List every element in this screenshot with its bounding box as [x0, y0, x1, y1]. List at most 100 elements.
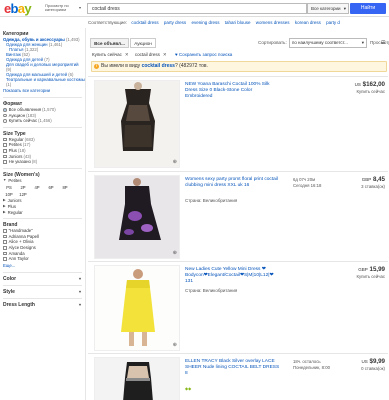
- price-value: 8,45: [372, 176, 385, 183]
- did-you-mean-link[interactable]: cocktail dress: [142, 63, 175, 69]
- checkbox-icon[interactable]: [3, 240, 7, 244]
- size-option[interactable]: 12P: [17, 192, 29, 198]
- listing-image[interactable]: ⊕: [94, 80, 180, 168]
- listing-title[interactable]: NEW Yoana Baraschi Coctail 100% Silk Dre…: [185, 82, 280, 101]
- format-label: Купить сейчас: [8, 118, 38, 124]
- did-you-mean-prefix: Вы имели в виду: [101, 63, 141, 69]
- related-link[interactable]: womens dresses: [256, 20, 290, 25]
- top-rated-seller-icon: ◆◆: [185, 386, 192, 391]
- radio-icon[interactable]: [3, 113, 7, 118]
- category-label: Для свадеб и деловых мероприятий: [6, 62, 79, 67]
- style-section-toggle[interactable]: Style ▾: [3, 289, 85, 295]
- listing-price: US $162,00: [333, 81, 385, 89]
- list-view-icon[interactable]: ☰: [381, 40, 387, 46]
- divider: [3, 284, 82, 286]
- zoom-icon[interactable]: ⊕: [173, 342, 177, 348]
- related-link[interactable]: cocktail dress: [131, 20, 158, 25]
- search-input[interactable]: [87, 3, 307, 14]
- related-link[interactable]: tahari blouse: [225, 20, 251, 25]
- checkbox-icon[interactable]: [3, 137, 7, 142]
- sidebar-category[interactable]: Театральные и карнавальные костюмы (1): [3, 77, 85, 87]
- close-icon[interactable]: ✕: [163, 50, 167, 59]
- price-box: US $9,99 0 ставка(ок): [333, 358, 385, 372]
- listing-image[interactable]: [94, 357, 180, 400]
- listing-origin: Страна: Великобритания: [185, 288, 238, 293]
- sidebar-category[interactable]: Для свадеб и деловых мероприятий (9): [3, 62, 85, 72]
- brand-more-link[interactable]: Еще...: [3, 263, 85, 269]
- active-filters: Купить сейчас ✕ coctail dress ✕ ♥ Сохранит…: [88, 50, 388, 59]
- bid-count: 3 ставка(ок): [361, 184, 385, 189]
- style-heading: Style: [3, 288, 15, 295]
- related-link[interactable]: korean dress: [295, 20, 321, 25]
- browse-categories-button[interactable]: Просмотр по категориям ▾: [45, 3, 81, 13]
- results-toolbar: Все объявл... Аукцион Сортировать: по на…: [88, 38, 389, 49]
- checkbox-icon[interactable]: [3, 143, 7, 147]
- listing-price: GBP 15,99: [333, 266, 385, 274]
- listing-title[interactable]: ELLEN TRACY Black Silver overlay LACE SH…: [185, 359, 280, 378]
- divider: [3, 297, 82, 299]
- petites-toggle[interactable]: ▼ Petites: [3, 178, 85, 184]
- ebay-logo[interactable]: ebay: [4, 2, 31, 15]
- tab-all-listings[interactable]: Все объявл...: [90, 38, 129, 48]
- listing-image[interactable]: ⊕: [94, 175, 180, 259]
- size-option[interactable]: 6P: [45, 185, 57, 191]
- checkbox-icon[interactable]: [3, 160, 7, 164]
- size-option[interactable]: 10P: [3, 192, 15, 198]
- chevron-down-icon: ▾: [78, 5, 81, 10]
- listing-title[interactable]: New Ladies Cute Yellow Mini Dress ❤Bodyc…: [185, 267, 280, 286]
- checkbox-icon[interactable]: [3, 257, 7, 261]
- price-currency: US: [354, 82, 361, 87]
- browse-categories-label: Просмотр по категориям: [45, 3, 69, 13]
- sort-label: Сортировать:: [258, 40, 287, 45]
- zoom-icon[interactable]: ⊕: [173, 159, 177, 165]
- divider: [3, 218, 82, 220]
- checkbox-icon[interactable]: [3, 251, 7, 256]
- size-type-option[interactable]: Не указано (8): [3, 159, 85, 165]
- listing-price: US $9,99: [333, 358, 385, 366]
- divider: [3, 271, 82, 273]
- related-link[interactable]: party dress: [164, 20, 186, 25]
- triangle-right-icon: ▶: [3, 209, 6, 214]
- brand-option[interactable]: Ann Taylor: [3, 256, 85, 262]
- listing-title[interactable]: Womens sexy party promt floral print coc…: [185, 177, 280, 189]
- size-option[interactable]: 8P: [59, 185, 71, 191]
- listing-image[interactable]: ⊕: [94, 265, 180, 351]
- info-icon: !: [94, 64, 99, 69]
- related-link[interactable]: party d: [326, 20, 340, 25]
- regular-label: Regular: [7, 209, 23, 215]
- checkbox-icon[interactable]: [3, 229, 7, 233]
- checkbox-icon[interactable]: [3, 245, 7, 250]
- dress-length-section-toggle[interactable]: Dress Length ▾: [3, 302, 85, 308]
- listing-price: GBP 8,45: [333, 176, 385, 184]
- logo-letter-b: b: [10, 1, 19, 16]
- save-search-link[interactable]: ♥ Сохранить запрос поиска: [175, 52, 232, 57]
- radio-selected-icon[interactable]: [3, 108, 7, 112]
- zoom-icon[interactable]: ⊕: [173, 250, 177, 256]
- search-button[interactable]: Найти: [350, 3, 386, 14]
- tab-auction[interactable]: Аукцион: [130, 38, 156, 48]
- show-all-categories-link[interactable]: Показать все категории: [3, 88, 85, 94]
- price-box: US $162,00 Купить сейчас: [333, 81, 385, 95]
- radio-icon[interactable]: [3, 119, 7, 123]
- format-count: (1,570): [42, 107, 56, 112]
- related-link[interactable]: evening dress: [191, 20, 219, 25]
- checkbox-icon[interactable]: [3, 148, 7, 153]
- sort-select[interactable]: по наилучшему соответст... ▾: [289, 38, 367, 48]
- regular-toggle[interactable]: ▶ Regular: [3, 210, 85, 216]
- logo-letter-y: y: [24, 1, 31, 16]
- price-currency: US: [361, 359, 368, 364]
- category-select[interactable]: Все категории ▾: [307, 3, 349, 14]
- close-icon[interactable]: ✕: [125, 50, 129, 59]
- checkbox-icon[interactable]: [3, 234, 7, 239]
- chevron-down-icon: ▾: [78, 275, 81, 281]
- color-section-toggle[interactable]: Color ▾: [3, 276, 85, 282]
- size-option[interactable]: PS: [3, 185, 15, 191]
- size-option[interactable]: 4P: [31, 185, 43, 191]
- checkbox-icon[interactable]: [3, 154, 7, 159]
- size-option[interactable]: 2P: [17, 185, 29, 191]
- category-label: Театральные и карнавальные костюмы: [6, 77, 85, 82]
- price-value: $9,99: [369, 358, 385, 365]
- listing-item: ⊕ Womens sexy party promt floral print c…: [88, 171, 388, 261]
- chevron-down-icon: ▾: [343, 6, 346, 11]
- format-option[interactable]: Купить сейчас (1,456): [3, 118, 85, 124]
